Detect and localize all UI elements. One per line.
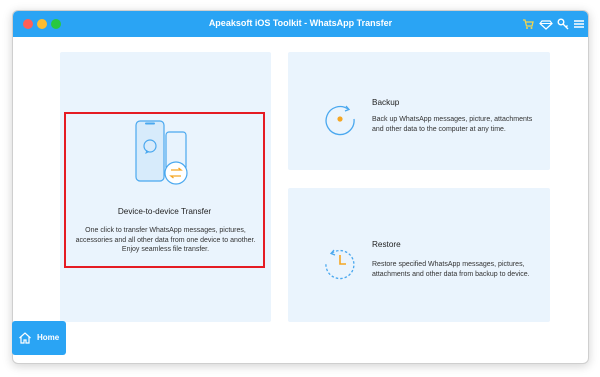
backup-title: Backup [372, 98, 400, 107]
home-button[interactable]: Home [12, 321, 66, 355]
key-icon[interactable] [556, 17, 570, 31]
backup-description: Back up WhatsApp messages, picture, atta… [372, 116, 533, 133]
restore-description: Restore specified WhatsApp messages, pic… [372, 261, 530, 278]
menu-icon[interactable] [572, 17, 586, 31]
window-title: Apeaksoft iOS Toolkit - WhatsApp Transfe… [208, 18, 393, 28]
cart-icon[interactable] [521, 17, 535, 31]
restore-icon [322, 245, 358, 281]
home-icon [18, 331, 32, 345]
home-label: Home [37, 333, 60, 342]
title-bar: Apeaksoft iOS Toolkit - WhatsApp Transfe… [13, 11, 588, 37]
diamond-icon[interactable] [539, 17, 553, 31]
device-transfer-description: One click to transfer WhatsApp messages,… [75, 227, 256, 254]
backup-icon [322, 101, 358, 137]
restore-title: Restore [372, 240, 401, 249]
device-transfer-icon [134, 120, 190, 186]
device-transfer-title: Device-to-device Transfer [117, 207, 212, 216]
